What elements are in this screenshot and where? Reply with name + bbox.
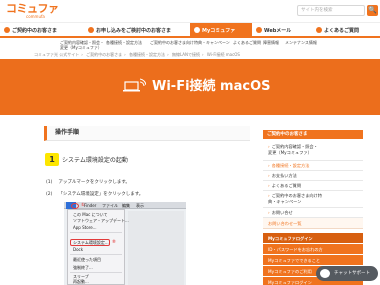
step-title: システム環境設定の起動	[62, 157, 128, 164]
callout-highlight	[70, 239, 110, 246]
chevron-right-icon: ›	[268, 173, 270, 178]
sidebar-my-login-header[interactable]: Myコミュファログイン	[263, 233, 363, 244]
section-title: 操作手順	[44, 126, 250, 141]
menu-item: ソフトウェア・アップデート...	[73, 218, 129, 223]
mac-menu-screenshot: Finder ファイル 編集 表示 ① この Mac について ソフトウェア・ア…	[64, 202, 186, 285]
menubar-item: 表示	[136, 203, 144, 208]
breadcrumb-item[interactable]: コミュファ光 公式サイト	[34, 52, 79, 57]
menu-item: 最近使った項目	[73, 257, 101, 262]
breadcrumb: コミュファ光 公式サイト › ご契約中のお客さま › 各種接続・設定方法 › 無線LA…	[34, 52, 240, 57]
site-header: コミュファ commufa サイト内を検索 🔍	[0, 0, 380, 22]
site-logo[interactable]: コミュファ	[6, 3, 59, 14]
house-icon	[4, 27, 10, 33]
subnav-item-outage[interactable]: 障害情報	[263, 40, 279, 45]
instruction-text: アップルマークをクリックします。	[58, 180, 130, 185]
chat-label: チャットサポート	[334, 271, 370, 276]
gnav-label: お申し込みをご検討中のお客さま	[96, 27, 172, 34]
gnav-item-mycommufa[interactable]: Myコミュファ	[190, 23, 252, 37]
chevron-right-icon: ›	[268, 210, 270, 215]
sidebar-header[interactable]: ご契約中のお客さま	[263, 130, 363, 139]
gnav-label: Webメール	[264, 27, 292, 34]
menu-item: App Store...	[73, 225, 97, 230]
subnav-item-maintenance[interactable]: メンテナンス情報	[285, 40, 317, 45]
pen-icon	[88, 27, 94, 33]
user-icon	[194, 27, 200, 33]
sidebar-item-label: 各種接続・設定方法	[271, 163, 310, 168]
mac-desktop	[128, 211, 184, 285]
instruction-2: (2) 「システム環境設定」をクリックします。	[46, 191, 143, 197]
sidebar-item-setup[interactable]: › 各種接続・設定方法	[263, 161, 363, 171]
callout-number-2: ②	[112, 240, 116, 245]
sidebar-item-campaign[interactable]: › ご契約中のお客さま向け特 典・キャンペーン	[263, 191, 363, 208]
sidebar-item-faq[interactable]: › よくあるご質問	[263, 181, 363, 191]
sidebar-item-label: ご契約中のお客さま向け特 典・キャンペーン	[268, 193, 322, 204]
menu-item: 再起動...	[73, 279, 89, 284]
sidebar-item-label: ご契約内容確認・照会・ 変更（Myコミュファ）	[268, 144, 318, 155]
subnav-item-setup[interactable]: 各種接続・設定方法	[106, 40, 142, 45]
gnav-label: ご契約中のお客さま	[12, 27, 58, 34]
instruction-number: (2)	[46, 192, 53, 197]
menubar-item: Finder	[84, 203, 97, 208]
sidebar-subitem-contact-list[interactable]: お問い合わせ一覧	[263, 218, 363, 229]
sidebar-item-label: お支払い方法	[271, 173, 297, 178]
gnav-item-faq[interactable]: よくあるご質問	[312, 23, 380, 37]
question-icon	[316, 27, 322, 33]
gnav-item-webmail[interactable]: Webメール	[252, 23, 312, 37]
search-input[interactable]: サイト内を検索	[297, 5, 365, 16]
menu-separator	[70, 272, 122, 273]
global-nav: ご契約中のお客さま お申し込みをご検討中のお客さま Myコミュファ Webメール…	[0, 22, 380, 37]
breadcrumb-current: Wi-Fi接続 macOS	[206, 52, 240, 57]
site-logo-sub: commufa	[26, 14, 45, 19]
search-icon[interactable]: 🔍	[367, 5, 378, 16]
subnav-item-faq[interactable]: よくあるご質問	[233, 40, 261, 45]
gnav-label: Myコミュファ	[202, 27, 236, 34]
breadcrumb-item[interactable]: 各種接続・設定方法	[129, 52, 165, 57]
page-title: Wi-Fi接続 macOS	[152, 79, 271, 94]
breadcrumb-item[interactable]: ご契約中のお客さま	[86, 52, 122, 57]
chevron-right-icon: ›	[268, 193, 270, 198]
sidebar-item-payment[interactable]: › お支払い方法	[263, 171, 363, 181]
chat-icon	[320, 269, 330, 278]
mail-icon	[256, 27, 262, 33]
instruction-1: (1) アップルマークをクリックします。	[46, 179, 130, 185]
breadcrumb-item[interactable]: 無線LANで接続	[172, 52, 200, 57]
chevron-right-icon: ›	[268, 183, 270, 188]
apple-menu: この Mac について ソフトウェア・アップデート... App Store..…	[67, 209, 129, 285]
gnav-label: よくあるご質問	[324, 27, 360, 34]
sidebar-item-contract-info[interactable]: › ご契約内容確認・照会・ 変更（Myコミュファ）	[263, 140, 363, 161]
chevron-right-icon: ›	[268, 144, 270, 149]
menu-item: 強制終了...	[73, 265, 93, 270]
sidebar-my-item-forgot[interactable]: ID・パスワードをお忘れの方	[263, 244, 363, 255]
laptop-wifi-icon	[123, 78, 146, 92]
gnav-item-apply[interactable]: お申し込みをご検討中のお客さま	[84, 23, 190, 37]
sub-nav: ご契約内容確認・照会・ 変更（Myコミュファ） 各種接続・設定方法 ご契約中のお…	[0, 36, 380, 50]
menu-separator	[70, 254, 122, 255]
callout-number-1: ①	[81, 203, 85, 208]
step-number-badge: 1	[45, 153, 59, 166]
page-hero: Wi-Fi接続 macOS	[0, 59, 380, 115]
sidebar-my-item-features[interactable]: Myコミュファでできること	[263, 255, 363, 266]
sidebar-item-contact[interactable]: › お問い合せ	[263, 208, 363, 218]
chat-support-button[interactable]: チャットサポート	[316, 266, 378, 281]
instruction-number: (1)	[46, 180, 53, 185]
chevron-right-icon: ›	[268, 163, 270, 168]
instruction-text: 「システム環境設定」をクリックします。	[58, 192, 144, 197]
subnav-item-contract-info[interactable]: ご契約内容確認・照会・ 変更（Myコミュファ）	[60, 40, 104, 50]
menu-item: Dock	[73, 247, 84, 252]
menu-separator	[70, 232, 122, 233]
subnav-item-campaign[interactable]: ご契約中のお客さま向け特典・キャンペーン	[150, 40, 230, 45]
sidebar-item-label: よくあるご質問	[271, 183, 302, 188]
sidebar-item-label: お問い合せ	[271, 210, 293, 215]
gnav-item-contract[interactable]: ご契約中のお客さま	[0, 23, 84, 37]
